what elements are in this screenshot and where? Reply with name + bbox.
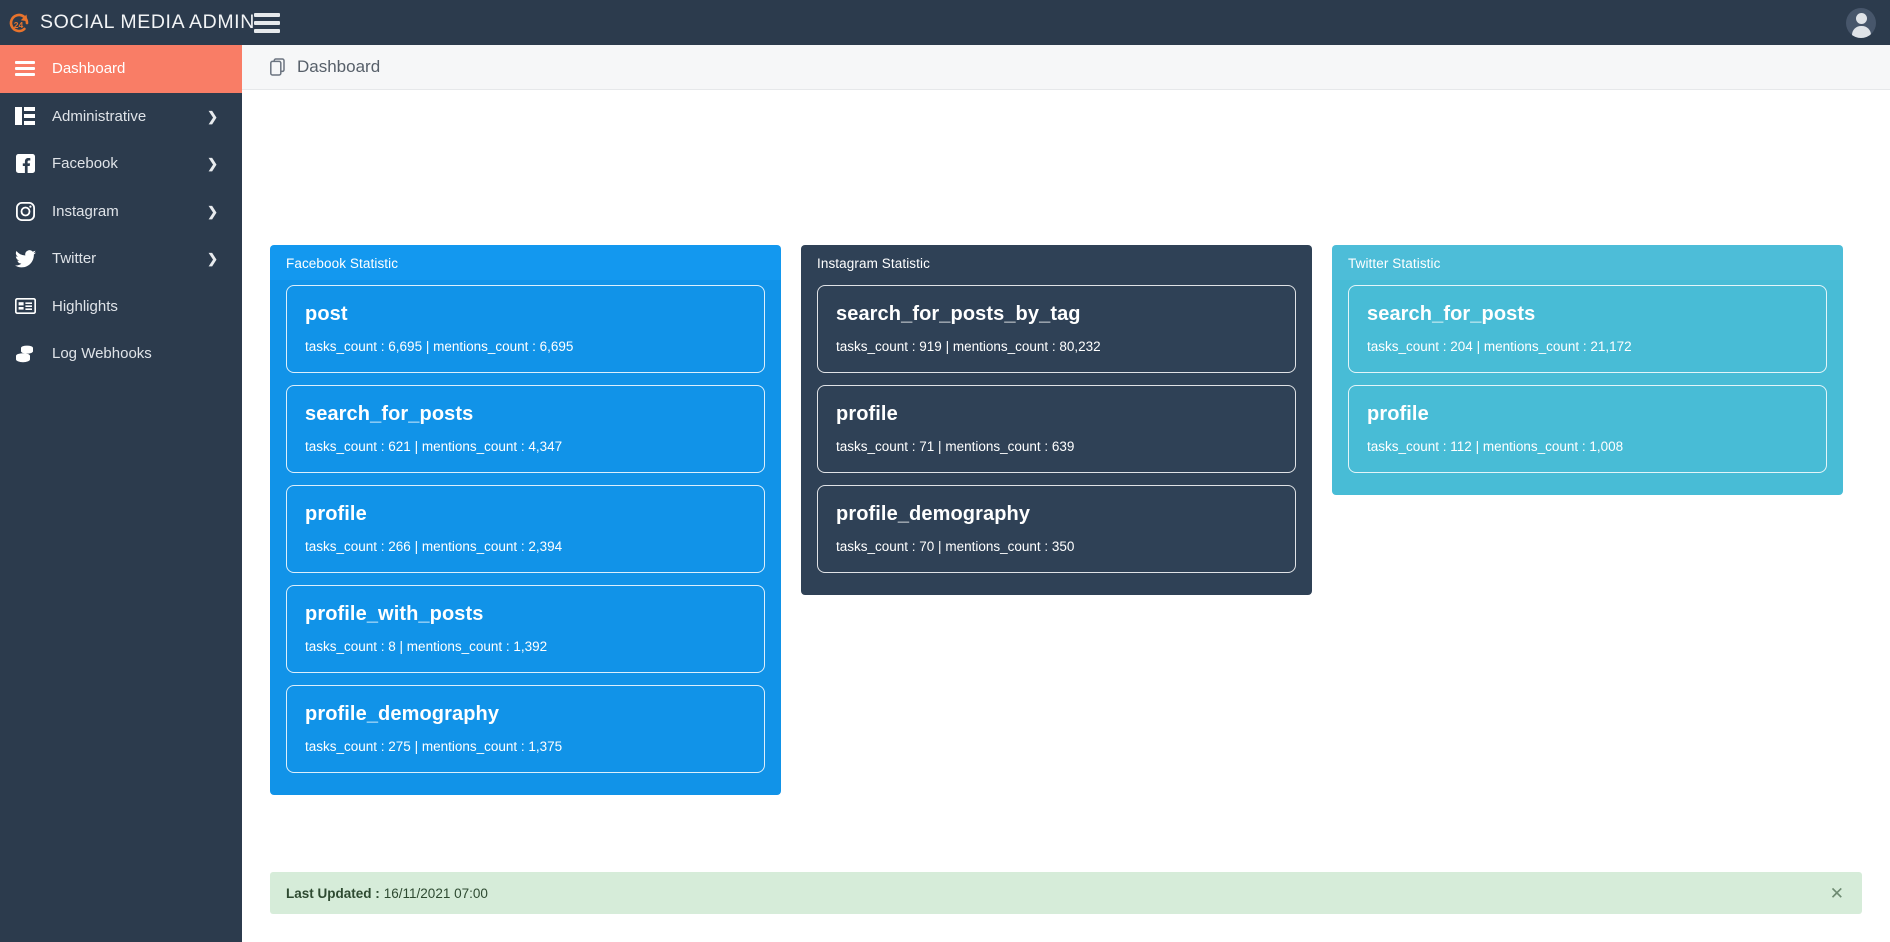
- sidebar-item-label: Highlights: [52, 297, 118, 315]
- metric-stats: tasks_count : 275 | mentions_count : 1,3…: [305, 739, 563, 754]
- sidebar-item-log-webhooks[interactable]: Log Webhooks: [0, 330, 242, 378]
- hamburger-icon: [8, 61, 42, 77]
- sidebar-item-administrative[interactable]: Administrative ❯: [0, 93, 242, 141]
- metric-item[interactable]: profile tasks_count : 71 | mentions_coun…: [817, 385, 1296, 473]
- sidebar-item-label: Facebook: [52, 155, 118, 173]
- menu-toggle-button[interactable]: [254, 12, 280, 34]
- card-title: Twitter Statistic: [1332, 245, 1843, 280]
- last-updated-alert: Last Updated : 16/11/2021 07:00 ✕: [270, 872, 1862, 914]
- metric-name: profile: [305, 503, 367, 525]
- brand-title: SOCIAL MEDIA ADMIN: [40, 11, 255, 33]
- instagram-icon: [8, 201, 42, 221]
- sidebar-item-dashboard[interactable]: Dashboard: [0, 45, 242, 93]
- metric-item[interactable]: search_for_posts tasks_count : 621 | men…: [286, 385, 765, 473]
- body-wrapper: Dashboard Administrative ❯ Facebook ❯ In…: [0, 45, 1890, 942]
- metric-stats: tasks_count : 919 | mentions_count : 80,…: [836, 339, 1101, 354]
- sidebar-item-label: Instagram: [52, 202, 119, 220]
- last-updated-value: 16/11/2021 07:00: [383, 885, 488, 901]
- metric-stats: tasks_count : 8 | mentions_count : 1,392: [305, 639, 548, 654]
- metric-stats: tasks_count : 112 | mentions_count : 1,0…: [1367, 439, 1624, 454]
- user-avatar-icon[interactable]: [1846, 7, 1876, 38]
- metric-item[interactable]: profile_demography tasks_count : 70 | me…: [817, 485, 1296, 573]
- last-updated-label: Last Updated :: [286, 885, 380, 901]
- card-title: Instagram Statistic: [801, 245, 1312, 280]
- metric-name: profile_demography: [305, 703, 500, 725]
- rotate-24-icon: 24: [6, 10, 32, 36]
- metric-item[interactable]: search_for_posts_by_tag tasks_count : 91…: [817, 285, 1296, 373]
- admin-dashboard-page: 24 SOCIAL MEDIA ADMIN Dashboard Administ…: [0, 0, 1890, 942]
- sidebar-nav: Dashboard Administrative ❯ Facebook ❯ In…: [0, 45, 242, 942]
- metric-item[interactable]: post tasks_count : 6,695 | mentions_coun…: [286, 285, 765, 373]
- metric-stats: tasks_count : 266 | mentions_count : 2,3…: [305, 539, 563, 554]
- chevron-right-icon: ❯: [207, 203, 218, 219]
- database-icon: [8, 344, 42, 363]
- sidebar-item-highlights[interactable]: Highlights: [0, 283, 242, 331]
- top-bar: 24 SOCIAL MEDIA ADMIN: [0, 0, 1890, 45]
- close-icon[interactable]: ✕: [1828, 881, 1846, 906]
- sidebar-item-label: Twitter: [52, 250, 97, 268]
- twitter-icon: [8, 250, 42, 268]
- card-body: search_for_posts tasks_count : 204 | men…: [1332, 280, 1843, 495]
- facebook-statistic-card: Facebook Statistic post tasks_count : 6,…: [270, 245, 781, 795]
- metric-item[interactable]: search_for_posts tasks_count : 204 | men…: [1348, 285, 1827, 373]
- dashboard-content: Facebook Statistic post tasks_count : 6,…: [242, 90, 1890, 942]
- page-header: Dashboard: [242, 45, 1890, 90]
- metric-stats: tasks_count : 70 | mentions_count : 350: [836, 539, 1075, 554]
- metric-name: profile_with_posts: [305, 603, 484, 625]
- sidebar-item-instagram[interactable]: Instagram ❯: [0, 188, 242, 236]
- metric-name: search_for_posts: [305, 403, 474, 425]
- metric-item[interactable]: profile tasks_count : 112 | mentions_cou…: [1348, 385, 1827, 473]
- sidebar-item-twitter[interactable]: Twitter ❯: [0, 235, 242, 283]
- main-content: Dashboard Facebook Statistic post tasks_…: [242, 45, 1890, 942]
- clone-icon: [270, 58, 287, 76]
- sidebar-item-label: Log Webhooks: [52, 345, 152, 363]
- sidebar-item-label: Administrative: [52, 107, 147, 125]
- list-card-icon: [8, 298, 42, 315]
- metric-name: profile_demography: [836, 503, 1031, 525]
- metric-stats: tasks_count : 71 | mentions_count : 639: [836, 439, 1075, 454]
- chevron-right-icon: ❯: [207, 108, 218, 124]
- metric-name: search_for_posts_by_tag: [836, 303, 1081, 325]
- card-body: search_for_posts_by_tag tasks_count : 91…: [801, 280, 1312, 595]
- table-icon: [8, 107, 42, 126]
- statistics-cards-row: Facebook Statistic post tasks_count : 6,…: [270, 245, 1862, 795]
- hamburger-icon: [254, 12, 280, 17]
- page-title: Dashboard: [297, 57, 381, 76]
- metric-name: profile: [1367, 403, 1429, 425]
- card-title: Facebook Statistic: [270, 245, 781, 280]
- metric-stats: tasks_count : 6,695 | mentions_count : 6…: [305, 339, 574, 354]
- facebook-icon: [8, 154, 42, 174]
- metric-name: search_for_posts: [1367, 303, 1536, 325]
- sidebar-item-facebook[interactable]: Facebook ❯: [0, 140, 242, 188]
- twitter-statistic-card: Twitter Statistic search_for_posts tasks…: [1332, 245, 1843, 495]
- metric-item[interactable]: profile_with_posts tasks_count : 8 | men…: [286, 585, 765, 673]
- brand-zone: 24 SOCIAL MEDIA ADMIN: [0, 10, 254, 36]
- svg-text:24: 24: [14, 20, 24, 30]
- instagram-statistic-card: Instagram Statistic search_for_posts_by_…: [801, 245, 1312, 595]
- chevron-right-icon: ❯: [207, 156, 218, 172]
- metric-stats: tasks_count : 204 | mentions_count : 21,…: [1367, 339, 1632, 354]
- chevron-right-icon: ❯: [207, 251, 218, 267]
- metric-item[interactable]: profile_demography tasks_count : 275 | m…: [286, 685, 765, 773]
- metric-item[interactable]: profile tasks_count : 266 | mentions_cou…: [286, 485, 765, 573]
- metric-name: profile: [836, 403, 898, 425]
- metric-name: post: [305, 303, 348, 325]
- sidebar-item-label: Dashboard: [52, 60, 126, 78]
- metric-stats: tasks_count : 621 | mentions_count : 4,3…: [305, 439, 563, 454]
- card-body: post tasks_count : 6,695 | mentions_coun…: [270, 280, 781, 795]
